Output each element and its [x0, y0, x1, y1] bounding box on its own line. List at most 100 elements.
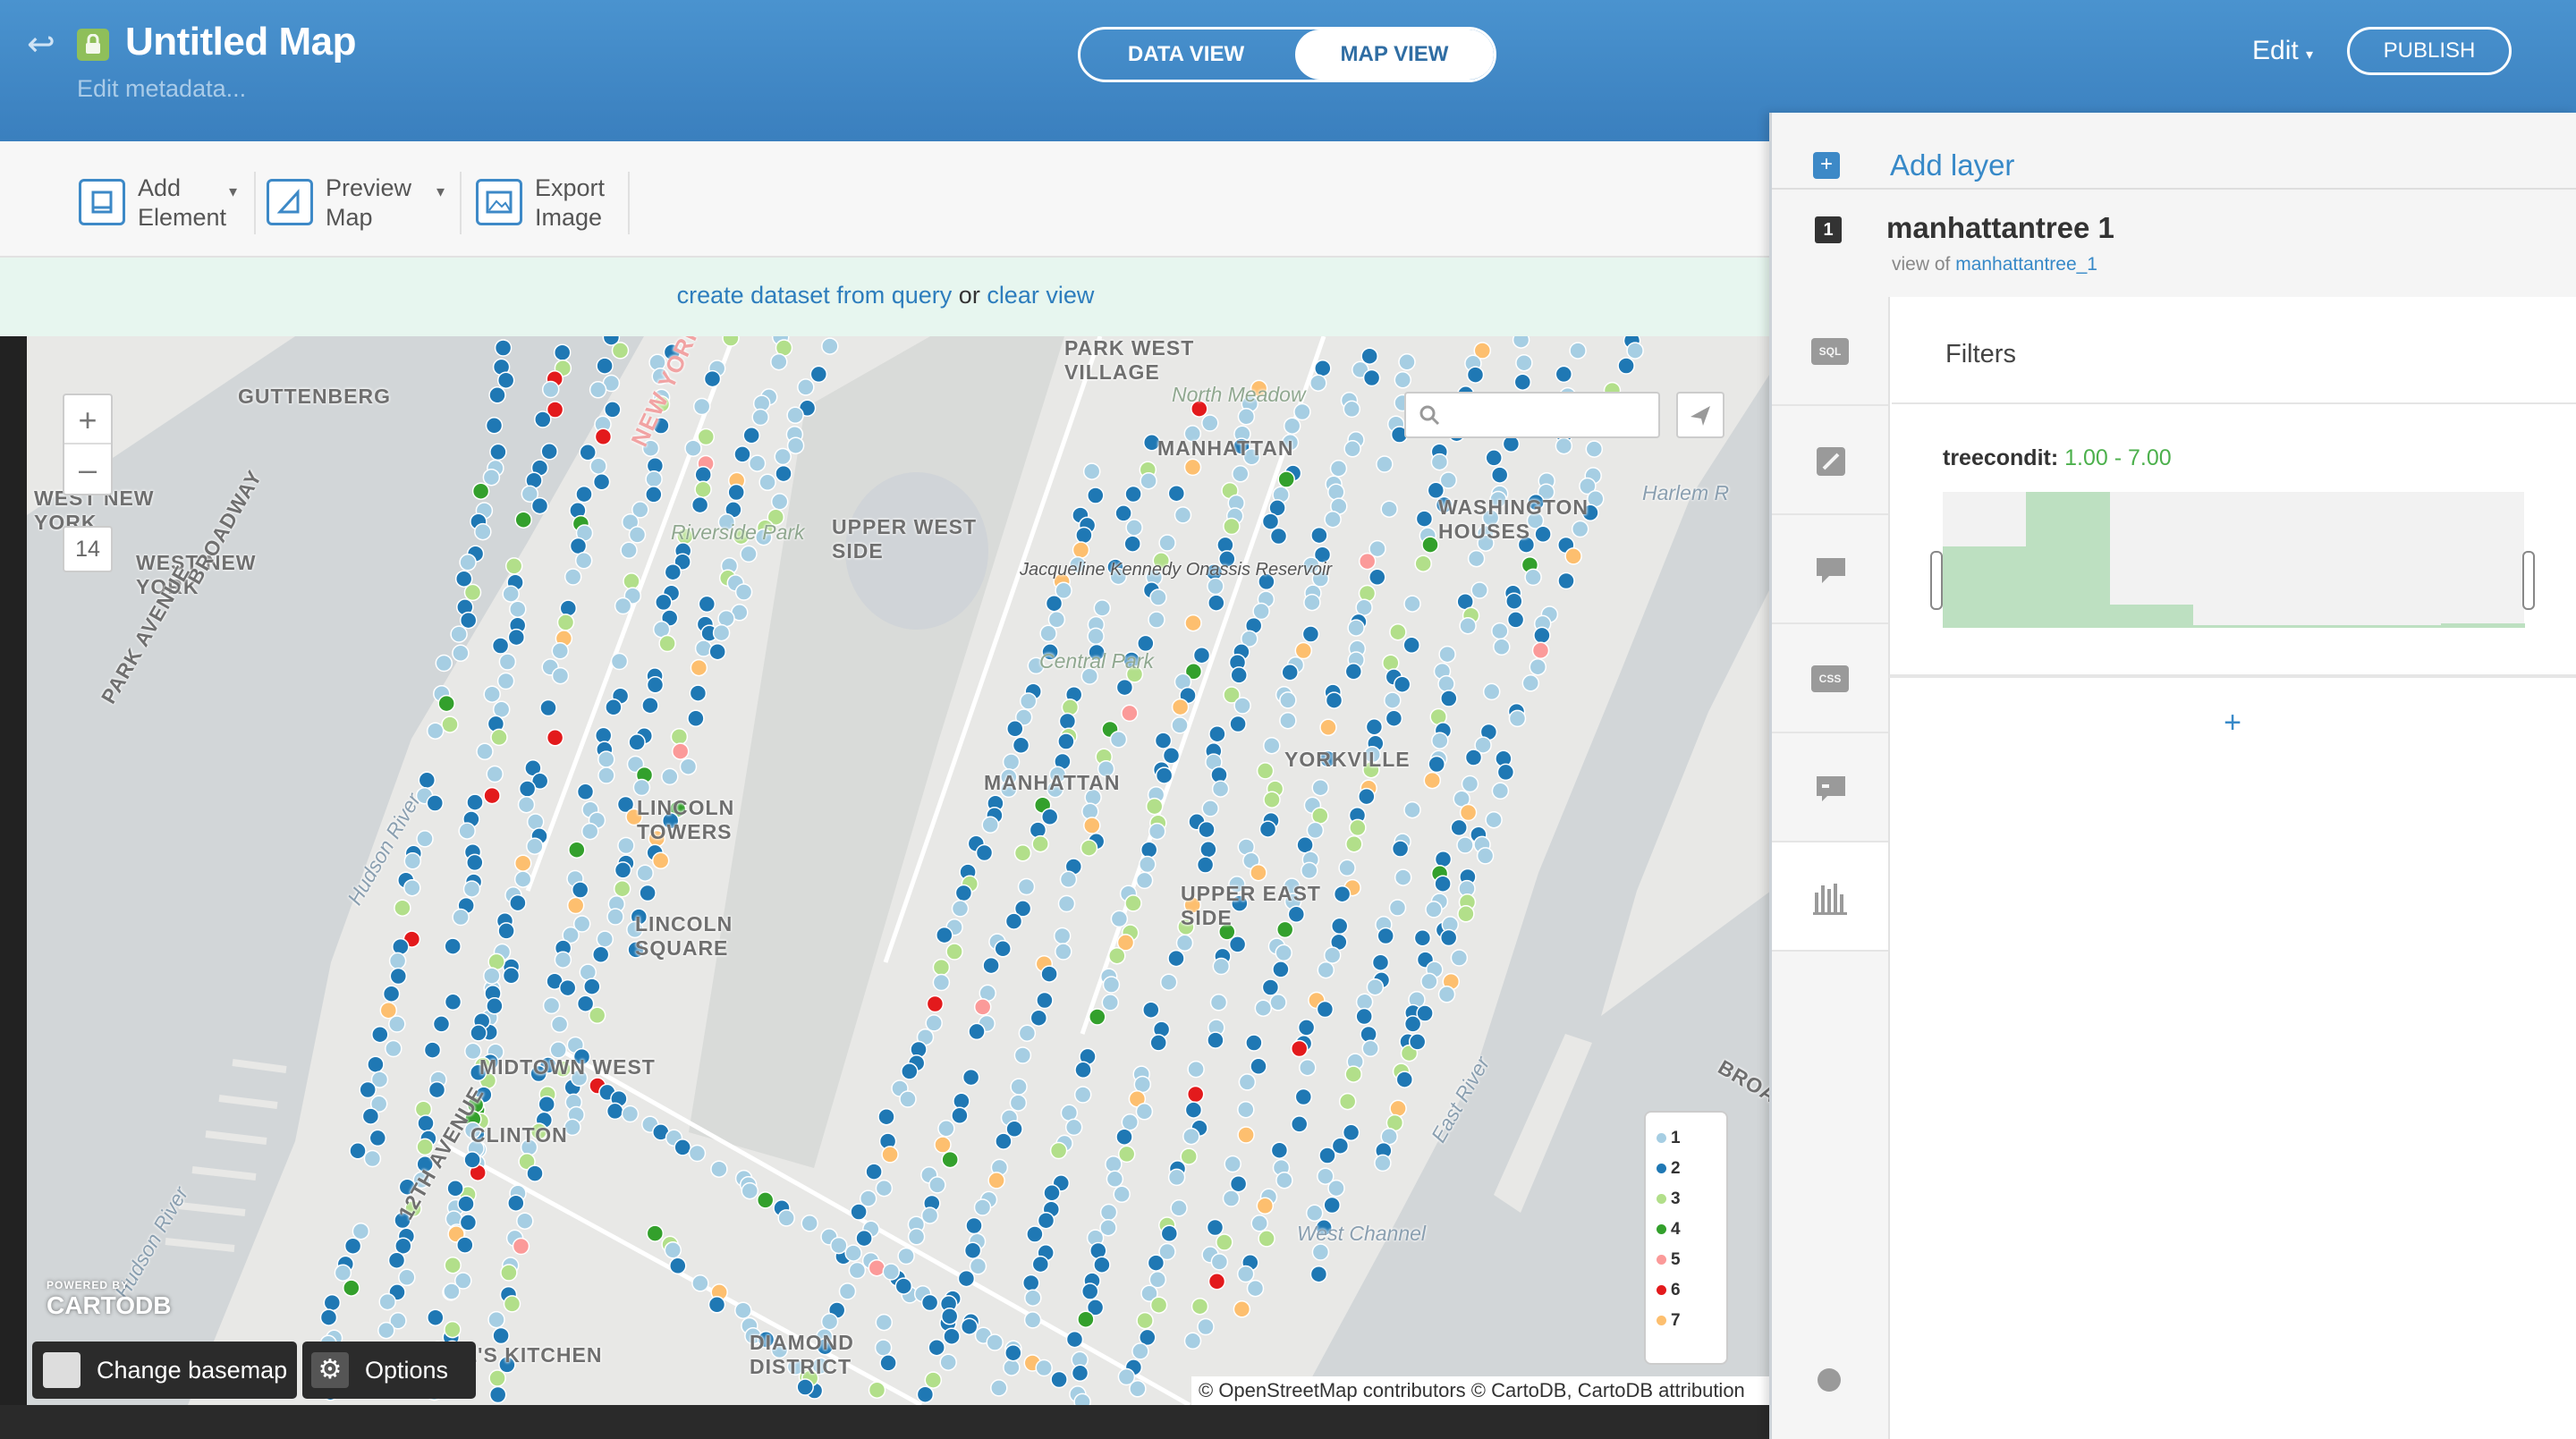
map-view-button[interactable]: MAP VIEW [1295, 30, 1494, 80]
tree-point [932, 958, 951, 977]
tree-point [981, 816, 999, 834]
tree-point [1564, 547, 1582, 565]
tree-point [994, 940, 1012, 958]
add-layer-row[interactable]: + Add layer [1772, 113, 2576, 190]
filter-column-name: treecondit: [1943, 445, 2059, 470]
tree-point [403, 852, 422, 870]
map-label-central-park: Central Park [1039, 649, 1154, 673]
tree-point [1277, 470, 1295, 488]
tree-point [482, 468, 501, 487]
tree-point [1459, 803, 1478, 822]
tree-point [1216, 1233, 1233, 1251]
tree-point [1555, 436, 1573, 455]
edit-menu-label: Edit [2252, 36, 2299, 65]
tree-point [733, 445, 751, 463]
tree-point [343, 1279, 360, 1297]
tree-point [476, 742, 494, 761]
source-table-link[interactable]: manhattantree_1 [1955, 254, 2097, 275]
export-image-button[interactable]: Export Image [476, 174, 610, 231]
legend-swatch [1657, 1255, 1666, 1265]
tree-point [489, 443, 507, 461]
tree-point [450, 625, 468, 643]
map-search-box[interactable] [1404, 392, 1660, 438]
preview-map-button[interactable]: Preview Map ▾ [267, 174, 445, 231]
tree-point [428, 1080, 446, 1099]
tree-point [874, 1339, 893, 1357]
tree-point [1209, 994, 1228, 1012]
zoom-out-button[interactable]: – [64, 444, 111, 494]
tree-point [1058, 712, 1077, 731]
create-dataset-link[interactable]: create dataset from query [677, 282, 953, 309]
legend-swatch [1657, 1285, 1666, 1295]
edit-metadata-link[interactable]: Edit metadata... [77, 75, 246, 103]
tree-point [546, 729, 564, 747]
layer-name[interactable]: manhattantree 1 [1886, 211, 2114, 245]
back-arrow-icon[interactable]: ↩ [27, 27, 63, 63]
tree-point [844, 1244, 862, 1262]
tree-point [319, 1308, 338, 1326]
range-handle-right[interactable] [2522, 551, 2535, 610]
clear-view-link[interactable]: clear view [987, 282, 1094, 309]
tree-point [1343, 440, 1361, 458]
change-basemap-button[interactable]: Change basemap [32, 1342, 297, 1399]
tree-point [1117, 1145, 1136, 1164]
powered-by-text: POWERED BY [47, 1279, 130, 1291]
tree-point [1186, 1085, 1205, 1104]
edit-menu[interactable]: Edit ▾ [2252, 36, 2313, 66]
tree-point [1493, 638, 1511, 656]
tree-point [1297, 1019, 1316, 1037]
range-handle-left[interactable] [1930, 551, 1943, 610]
layer-header[interactable]: 1 manhattantree 1 view of manhattantree_… [1772, 190, 2576, 297]
tab-infowindow[interactable] [1772, 515, 1888, 624]
tree-point [1294, 641, 1313, 660]
tab-wizard[interactable] [1772, 406, 1888, 515]
tree-point [526, 813, 545, 831]
tree-point [777, 1209, 795, 1227]
locate-button[interactable] [1676, 392, 1724, 438]
tree-point [323, 1293, 342, 1312]
add-filter-button[interactable]: + [2215, 705, 2250, 741]
tree-point [1201, 414, 1219, 432]
tree-point [770, 352, 788, 371]
tree-point [1368, 568, 1386, 587]
lock-icon[interactable] [77, 29, 109, 61]
data-view-button[interactable]: DATA VIEW [1080, 30, 1292, 80]
tree-point [1099, 1203, 1118, 1222]
tree-point [566, 896, 585, 915]
location-arrow-icon [1690, 406, 1710, 426]
tab-legend[interactable] [1772, 733, 1888, 842]
zoom-in-button[interactable]: + [64, 395, 111, 444]
tree-point [444, 1256, 462, 1274]
tab-css[interactable]: CSS [1772, 624, 1888, 733]
tree-point [1485, 449, 1503, 467]
add-element-button[interactable]: Add Element ▾ [79, 174, 240, 231]
tree-point [1258, 820, 1277, 838]
map-title[interactable]: Untitled Map [125, 20, 356, 64]
tree-point [786, 436, 805, 454]
tree-point [1148, 611, 1165, 629]
paintbrush-icon [1817, 447, 1845, 476]
legend-swatch [1657, 1164, 1666, 1173]
tree-point [579, 963, 597, 981]
tree-point [367, 1055, 385, 1073]
tree-point [403, 878, 421, 897]
tree-point [1380, 500, 1398, 518]
export-image-label: Export Image [535, 174, 606, 231]
publish-button[interactable]: PUBLISH [2347, 27, 2512, 75]
caret-down-icon[interactable]: ▾ [229, 182, 237, 201]
tree-point [483, 786, 501, 805]
tree-point [488, 1369, 506, 1387]
map-canvas[interactable]: GUTTENBERG WEST NEW YORK WEST NEW YORK B… [27, 336, 1771, 1405]
speech-bubble-icon [1817, 558, 1845, 583]
tab-sql[interactable]: SQL [1772, 297, 1888, 406]
tree-point [945, 943, 963, 961]
filter-histogram[interactable] [1943, 492, 2525, 628]
tree-point [1408, 1033, 1427, 1051]
caret-down-icon[interactable]: ▾ [436, 182, 445, 201]
tree-point [1261, 512, 1280, 530]
map-options-button[interactable]: ⚙ Options [302, 1342, 476, 1399]
help-icon[interactable] [1818, 1368, 1841, 1392]
tab-filters[interactable] [1772, 842, 1888, 952]
tree-point [943, 1327, 961, 1345]
tree-point [1101, 994, 1120, 1012]
